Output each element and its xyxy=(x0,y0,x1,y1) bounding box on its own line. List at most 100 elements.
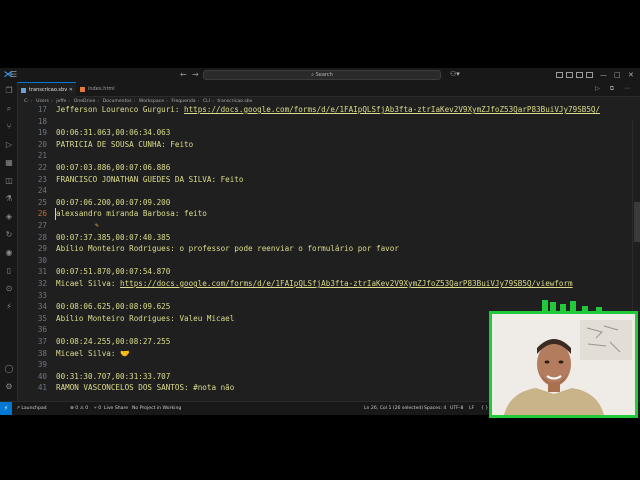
line-content: FRANCISCO JONATHAN GUEDES DA SILVA: Feit… xyxy=(56,174,243,186)
editor-line[interactable]: 31 00:07:51.870,00:07:54.870 xyxy=(18,266,632,278)
editor-line[interactable]: 27 ✎ xyxy=(18,220,632,232)
layout-sidebar-right-icon[interactable] xyxy=(576,72,583,78)
eq-bar xyxy=(550,302,556,311)
tab-label: transcricao.sbv xyxy=(29,87,68,93)
editor-line[interactable]: 17 Jefferson Lourenco Gurguri: https://do… xyxy=(18,106,632,116)
breadcrumb-item[interactable]: Workspace xyxy=(139,99,164,104)
line-text: 00:08:24.255,00:08:27.255 xyxy=(56,337,171,346)
close-tab-icon[interactable]: ✕ xyxy=(69,83,73,98)
line-content: RAMON VASCONCELOS DOS SANTOS: #nota não xyxy=(56,382,234,394)
line-text: 00:06:31.063,00:06:34.063 xyxy=(56,128,171,138)
docker-icon[interactable]: ◈ xyxy=(4,212,14,222)
line-number: 35 xyxy=(37,313,47,323)
line-text: alexsandro miranda Barbosa: feito xyxy=(56,209,207,219)
menu-icon[interactable]: ☰ xyxy=(10,69,17,81)
line-number: 31 xyxy=(37,267,47,277)
breadcrumb-item[interactable]: transcricao.sbv xyxy=(217,99,252,104)
testing-icon[interactable]: ⚗ xyxy=(4,194,14,204)
breadcrumb-item[interactable]: Users xyxy=(36,99,49,104)
source-control-icon[interactable]: ⑂ xyxy=(4,122,14,132)
editor-line[interactable]: 19 00:06:31.063,00:06:34.063 xyxy=(18,127,632,139)
editor-line[interactable]: 25 00:07:06.200,00:07:09.200 xyxy=(18,197,632,209)
breadcrumb-item[interactable]: OneDrive xyxy=(74,99,96,104)
problems-indicator[interactable]: ⊗ 0 ⚠ 0 xyxy=(70,402,88,415)
search-view-icon[interactable]: ⌕ xyxy=(4,104,14,114)
live-share-icon[interactable]: ↻ xyxy=(4,230,14,240)
ports-indicator[interactable]: ⑂ 0 xyxy=(94,402,101,415)
cursor-position[interactable]: Ln 26, Col 1 (26 selected) xyxy=(364,402,423,415)
project-indicator[interactable]: No Project in Working xyxy=(132,402,181,415)
title-bar: ⋊ ☰ ← → ⌕ Search ⚇▾ — □ ✕ xyxy=(0,68,640,82)
line-content: 00:06:31.063,00:06:34.063 xyxy=(56,127,170,139)
hyperlink[interactable]: https://docs.google.com/forms/d/e/1FAIpQ… xyxy=(120,279,573,288)
copilot-icon[interactable]: ⚇▾ xyxy=(450,70,460,78)
line-number: 40 xyxy=(37,371,47,381)
line-content: 00:08:06.625,00:08:09.625 xyxy=(56,301,170,313)
line-text: Micael Silva: xyxy=(56,279,121,288)
tab-transcricao[interactable]: transcricao.sbv ✕ xyxy=(18,82,76,97)
extensions-icon[interactable]: ▦ xyxy=(4,158,14,168)
forward-arrow-icon[interactable]: → xyxy=(192,69,199,81)
minimize-button[interactable]: — xyxy=(600,69,607,81)
remote-explorer-icon[interactable]: ◫ xyxy=(4,176,14,186)
breadcrumb-item[interactable]: CLI xyxy=(203,99,210,104)
encoding-indicator[interactable]: UTF-8 xyxy=(450,402,463,415)
eol-indicator[interactable]: LF xyxy=(469,402,474,415)
account-icon[interactable]: ◯ xyxy=(4,364,14,374)
layout-sidebar-left-icon[interactable] xyxy=(556,72,563,78)
bolt-icon[interactable]: ⚡ xyxy=(4,302,14,312)
close-window-button[interactable]: ✕ xyxy=(628,69,634,81)
eq-bar xyxy=(570,301,576,311)
editor-line[interactable]: 18 xyxy=(18,116,632,128)
line-number: 32 xyxy=(37,279,47,288)
editor-line[interactable]: 24 xyxy=(18,185,632,197)
line-number: 33 xyxy=(37,290,47,300)
presenter-video-image xyxy=(492,314,635,415)
activity-bar: ❐ ⌕ ⑂ ▷ ▦ ◫ ⚗ ◈ ↻ ◉ ▯ ⊙ ⚡ ◯ ⚙ xyxy=(0,82,18,401)
breadcrumb-item[interactable]: Frequenda xyxy=(171,99,195,104)
line-number: 29 xyxy=(37,244,47,254)
line-content: 00:08:24.255,00:08:27.255 xyxy=(56,336,170,348)
editor-line[interactable]: 21 xyxy=(18,150,632,162)
line-text: Jefferson Lourenco Gurguri: xyxy=(56,106,185,114)
scrollbar-thumb[interactable] xyxy=(634,202,640,242)
explorer-icon[interactable]: ❐ xyxy=(4,86,14,96)
tab-label: index.html xyxy=(88,86,115,92)
editor-line[interactable]: 30 xyxy=(18,255,632,267)
editor-line[interactable]: 20 PATRICIA DE SOUSA CUNHA: Feito xyxy=(18,139,632,151)
settings-gear-icon[interactable]: ⚙ xyxy=(4,382,14,392)
breadcrumb-item[interactable]: jeffe xyxy=(56,99,66,104)
live-share-button[interactable]: Live Share xyxy=(104,402,128,415)
database-icon[interactable]: ◉ xyxy=(4,248,14,258)
tab-index-html[interactable]: index.html xyxy=(77,82,133,97)
line-number: 17 xyxy=(37,106,47,114)
line-number: 38 xyxy=(37,348,47,358)
run-debug-icon[interactable]: ▷ xyxy=(4,140,14,150)
line-number: 27 xyxy=(37,221,47,230)
audio-level-indicator xyxy=(540,298,610,311)
maximize-button[interactable]: □ xyxy=(614,69,621,81)
hyperlink[interactable]: https://docs.google.com/forms/d/e/1FAIpQ… xyxy=(184,106,600,114)
line-content: 00:31:30.707,00:31:33.707 xyxy=(56,371,170,383)
editor-line[interactable]: 26 alexsandro miranda Barbosa: feito xyxy=(18,208,632,220)
editor-line[interactable]: 29 Abílio Monteiro Rodrigues: o professor… xyxy=(18,243,632,255)
bookmark-icon[interactable]: ▯ xyxy=(4,266,14,276)
editor-line[interactable]: 32 Micael Silva: https://docs.google.com/… xyxy=(18,278,632,290)
breadcrumb-item[interactable]: C: xyxy=(24,99,29,104)
command-center-search[interactable]: ⌕ Search xyxy=(203,70,441,80)
breadcrumb-item[interactable]: Documentos xyxy=(103,99,132,104)
editor-line[interactable]: 28 00:07:37.385,00:07:40.385 xyxy=(18,232,632,244)
launchpad-button[interactable]: ↗ Launchpad xyxy=(16,402,47,415)
indentation-indicator[interactable]: Spaces: 4 xyxy=(424,402,446,415)
github-icon[interactable]: ⊙ xyxy=(4,284,14,294)
remote-indicator[interactable]: ⚡ xyxy=(0,402,12,415)
layout-panel-icon[interactable] xyxy=(566,72,573,78)
customize-layout-icon[interactable] xyxy=(586,72,593,78)
tab-actions[interactable]: ▷ ⧉ ⋯ xyxy=(595,85,634,93)
editor-line[interactable]: 23 FRANCISCO JONATHAN GUEDES DA SILVA: Fe… xyxy=(18,174,632,186)
line-text: RAMON VASCONCELOS DOS SANTOS: #nota não xyxy=(56,383,235,393)
back-arrow-icon[interactable]: ← xyxy=(180,69,187,81)
line-text: FRANCISCO JONATHAN GUEDES DA SILVA: Feit… xyxy=(56,174,244,184)
launchpad-label: Launchpad xyxy=(21,406,47,411)
editor-line[interactable]: 22 00:07:03.886,00:07:06.886 xyxy=(18,162,632,174)
